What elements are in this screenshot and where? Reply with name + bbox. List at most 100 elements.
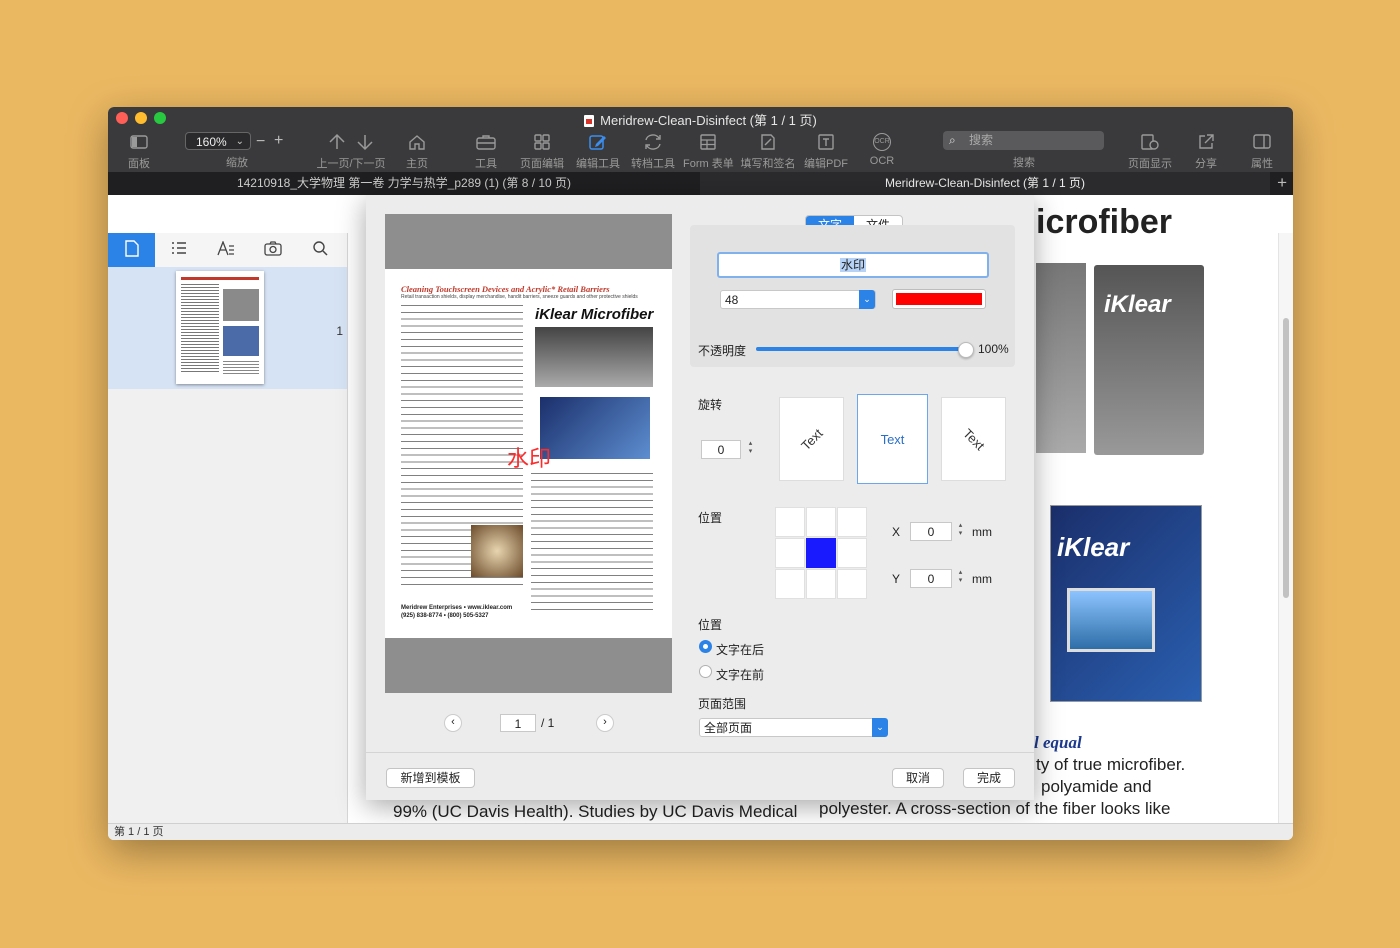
convert-icon bbox=[629, 131, 677, 153]
y-offset-input[interactable]: 0 bbox=[910, 569, 952, 588]
sidebar-tab-outline[interactable] bbox=[155, 233, 202, 267]
y-offset-stepper[interactable]: ▴ ▾ bbox=[956, 569, 965, 587]
preview-next-page-button[interactable]: › bbox=[596, 714, 614, 732]
edit-pdf-button[interactable]: 编辑PDF bbox=[804, 131, 848, 171]
convert-button[interactable]: 转档工具 bbox=[629, 131, 677, 171]
bg-line-1: ty of true microfiber. bbox=[1036, 755, 1186, 774]
preview-page-subtitle: Retail transaction shields, display merc… bbox=[401, 294, 638, 300]
zoom-out-button[interactable]: − bbox=[256, 133, 265, 151]
page-thumbnail[interactable] bbox=[176, 271, 264, 384]
rotation-option-cw[interactable]: Text bbox=[941, 397, 1006, 481]
prev-next-page-button[interactable]: 上一页/下一页 bbox=[316, 131, 386, 171]
page-edit-button[interactable]: 页面编辑 bbox=[518, 131, 566, 171]
share-icon bbox=[1194, 131, 1218, 153]
add-tab-button[interactable]: + bbox=[1277, 172, 1287, 194]
tab-physics-document[interactable]: 14210918_大学物理 第一卷 力学与热学_p289 (1) (第 8 / … bbox=[108, 172, 700, 195]
position-bottom-left[interactable] bbox=[775, 569, 805, 599]
iklear-logo-image: iKlear bbox=[1104, 291, 1171, 318]
position-middle-right[interactable] bbox=[837, 538, 867, 568]
box-monitor-image bbox=[1067, 588, 1155, 652]
preview-prev-page-button[interactable]: ‹ bbox=[444, 714, 462, 732]
thumb-footer bbox=[223, 361, 259, 375]
opacity-slider[interactable] bbox=[756, 342, 974, 358]
page-display-button[interactable]: 页面显示 bbox=[1128, 131, 1172, 171]
tab-meridrew-document[interactable]: Meridrew-Clean-Disinfect (第 1 / 1 页) bbox=[700, 172, 1270, 195]
font-size-select[interactable]: 48 bbox=[720, 290, 876, 309]
bg-line-2: polyamide and bbox=[1041, 777, 1152, 796]
scrollbar-thumb[interactable] bbox=[1283, 318, 1289, 598]
rotation-input[interactable]: 0 bbox=[701, 440, 741, 459]
chevron-down-icon[interactable]: ⌄ bbox=[859, 290, 875, 309]
search-icon: ⌕ bbox=[949, 133, 956, 147]
position-center[interactable] bbox=[806, 538, 836, 568]
home-button[interactable]: 主页 bbox=[406, 131, 428, 171]
position-top-left[interactable] bbox=[775, 507, 805, 537]
tools-button[interactable]: 工具 bbox=[474, 131, 498, 171]
page-thumbnail-row[interactable]: 1 bbox=[108, 267, 347, 389]
rotation-option-horizontal[interactable]: Text bbox=[857, 394, 928, 484]
zoom-select[interactable]: 160% ⌄ bbox=[185, 132, 251, 150]
behind-text-label: 文字在后 bbox=[716, 643, 765, 657]
x-offset-input[interactable]: 0 bbox=[910, 522, 952, 541]
sidebar-tab-annotations[interactable] bbox=[202, 233, 249, 267]
radio-front-text[interactable] bbox=[699, 665, 712, 678]
cancel-button[interactable]: 取消 bbox=[892, 768, 944, 788]
chevron-down-icon[interactable]: ⌄ bbox=[872, 718, 888, 737]
home-icon bbox=[406, 131, 428, 153]
signature-icon bbox=[740, 131, 796, 153]
preview-text-column-right bbox=[531, 473, 653, 613]
properties-button[interactable]: 属性 bbox=[1250, 131, 1274, 171]
dialog-footer-divider bbox=[366, 752, 1034, 753]
form-button[interactable]: Form 表单 bbox=[683, 131, 734, 171]
radio-dot bbox=[703, 644, 708, 649]
preview-product-photo-1 bbox=[535, 327, 653, 387]
rotation-stepper[interactable]: ▴ ▾ bbox=[746, 440, 755, 458]
panel-button[interactable]: 面板 bbox=[125, 131, 153, 171]
up-down-arrows-icon bbox=[316, 131, 386, 153]
position-top-right[interactable] bbox=[837, 507, 867, 537]
position-top-center[interactable] bbox=[806, 507, 836, 537]
opacity-label: 不透明度 bbox=[698, 344, 747, 358]
radio-behind-text[interactable] bbox=[699, 640, 712, 653]
done-button[interactable]: 完成 bbox=[963, 768, 1015, 788]
chevron-down-icon: ⌄ bbox=[235, 136, 244, 147]
zoom-in-button[interactable]: + bbox=[274, 132, 283, 150]
sidebar-tabs bbox=[108, 233, 347, 268]
watermark-text-input[interactable]: 水印 bbox=[717, 252, 989, 278]
bg-line-3: polyester. A cross-section of the fiber … bbox=[819, 799, 1171, 818]
x-offset-stepper[interactable]: ▴ ▾ bbox=[956, 522, 965, 540]
y-unit: mm bbox=[972, 572, 992, 586]
search-input[interactable]: ⌕ 搜索 bbox=[943, 131, 1104, 150]
sidebar-tab-thumbnails[interactable] bbox=[108, 233, 155, 267]
fill-sign-button[interactable]: 填写和签名 bbox=[740, 131, 796, 171]
position-bottom-right[interactable] bbox=[837, 569, 867, 599]
ocr-button[interactable]: OCR OCR bbox=[868, 131, 896, 167]
rotation-option-ccw[interactable]: Text bbox=[779, 397, 844, 481]
preview-page-input[interactable]: 1 bbox=[500, 714, 536, 732]
search-label: 搜索 bbox=[1013, 157, 1035, 169]
window-title: Meridrew-Clean-Disinfect (第 1 / 1 页) bbox=[108, 110, 1293, 129]
sidebar-tab-search[interactable] bbox=[296, 233, 343, 267]
opacity-slider-handle[interactable] bbox=[958, 342, 974, 358]
ocr-icon: OCR bbox=[868, 131, 896, 153]
color-swatch-button[interactable] bbox=[892, 289, 986, 309]
vertical-scrollbar[interactable] bbox=[1278, 233, 1293, 823]
list-icon bbox=[171, 241, 187, 259]
sidebar-icon bbox=[125, 131, 153, 153]
preview-product-photo-2 bbox=[540, 397, 650, 459]
preview-brand: iKlear Microfiber bbox=[535, 306, 654, 323]
grid-icon bbox=[518, 131, 566, 153]
position-bottom-center[interactable] bbox=[806, 569, 836, 599]
page-range-select[interactable]: 全部页面 bbox=[699, 718, 874, 737]
opacity-slider-fill bbox=[756, 347, 968, 351]
sidebar-tab-snapshots[interactable] bbox=[249, 233, 296, 267]
page-number-label: 1 bbox=[336, 324, 343, 338]
add-template-button[interactable]: 新增到模板 bbox=[386, 768, 475, 788]
page-icon bbox=[124, 239, 139, 261]
edit-tools-button[interactable]: 编辑工具 bbox=[574, 131, 622, 171]
position-middle-left[interactable] bbox=[775, 538, 805, 568]
share-button[interactable]: 分享 bbox=[1194, 131, 1218, 171]
thumb-text-block bbox=[181, 284, 219, 374]
x-label: X bbox=[892, 525, 901, 539]
edit-pencil-icon bbox=[574, 131, 622, 153]
